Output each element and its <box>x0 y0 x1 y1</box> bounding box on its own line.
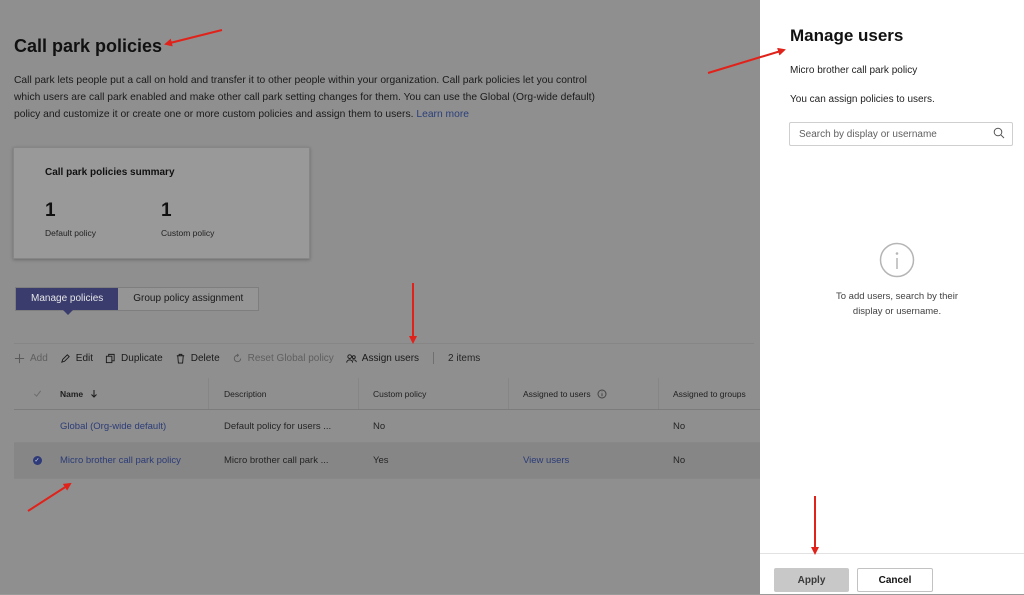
assign-users-button[interactable]: Assign users <box>346 353 419 364</box>
policy-tabs: Manage policies Group policy assignment <box>15 287 260 311</box>
info-circle-icon <box>879 242 915 278</box>
duplicate-label: Duplicate <box>121 352 163 364</box>
policies-summary-card: Call park policies summary 1 Default pol… <box>13 147 310 259</box>
column-name-label: Name <box>60 388 84 399</box>
policy-name-link[interactable]: Micro brother call park policy <box>60 455 209 466</box>
policies-table: Name Description Custom policy Assigned … <box>14 378 760 479</box>
assign-users-icon <box>346 353 357 363</box>
custom-policy-count: 1 <box>161 200 172 221</box>
policy-description: Micro brother call park ... <box>224 455 329 466</box>
policy-name-link[interactable]: Global (Org-wide default) <box>60 421 209 432</box>
checkmark-icon <box>33 390 41 397</box>
page-intro: Call park lets people put a call on hold… <box>14 72 614 123</box>
delete-label: Delete <box>190 352 220 364</box>
delete-button[interactable]: Delete <box>175 353 220 364</box>
reset-label: Reset Global policy <box>247 352 334 364</box>
manage-users-panel: Manage users Micro brother call park pol… <box>760 0 1024 594</box>
learn-more-link[interactable]: Learn more <box>416 109 469 120</box>
table-row[interactable]: Global (Org-wide default) Default policy… <box>14 410 760 443</box>
policy-assigned-groups: No <box>673 420 686 432</box>
column-assigned-users[interactable]: Assigned to users <box>509 378 659 409</box>
apply-button[interactable]: Apply <box>774 568 849 592</box>
reset-icon <box>233 353 241 362</box>
policy-assigned-groups: No <box>673 455 686 466</box>
default-policy-label: Default policy <box>45 228 97 238</box>
policy-description: Default policy for users ... <box>224 420 332 432</box>
column-custom-policy[interactable]: Custom policy <box>359 378 509 409</box>
policy-toolbar: Add Edit Duplicate Delete Reset Global p… <box>14 343 754 372</box>
tab-group-policy-assignment[interactable]: Group policy assignment <box>118 288 258 310</box>
intro-text: Call park lets people put a call on hold… <box>14 75 595 120</box>
page-title: Call park policies <box>14 36 163 56</box>
column-name[interactable]: Name <box>60 378 209 409</box>
edit-icon <box>60 353 70 363</box>
edit-button[interactable]: Edit <box>60 353 93 364</box>
column-assigned-groups[interactable]: Assigned to groups <box>659 378 759 409</box>
cancel-button[interactable]: Cancel <box>857 568 933 592</box>
main-content: Call park policies Call park lets people… <box>0 0 760 594</box>
view-users-link[interactable]: View users <box>509 455 659 466</box>
policy-custom: No <box>373 420 386 432</box>
add-icon <box>14 353 25 363</box>
edit-label: Edit <box>75 352 94 364</box>
duplicate-icon <box>105 353 115 363</box>
add-button[interactable]: Add <box>14 353 48 364</box>
sort-down-icon <box>91 389 98 398</box>
row-checkbox-selected[interactable]: ✓ <box>14 456 60 465</box>
column-description[interactable]: Description <box>209 378 359 409</box>
duplicate-button[interactable]: Duplicate <box>105 353 163 364</box>
assign-users-label: Assign users <box>361 352 420 364</box>
column-assigned-users-label: Assigned to users <box>523 388 591 399</box>
policy-custom: Yes <box>373 455 389 466</box>
custom-policy-label: Custom policy <box>161 228 215 238</box>
select-all-checkbox[interactable] <box>14 378 60 409</box>
panel-description: You can assign policies to users. <box>790 94 935 105</box>
reset-global-policy-button[interactable]: Reset Global policy <box>232 353 334 364</box>
panel-policy-name: Micro brother call park policy <box>790 65 918 76</box>
check-circle-icon: ✓ <box>32 456 42 465</box>
table-header-row: Name Description Custom policy Assigned … <box>14 378 760 410</box>
toolbar-divider <box>433 352 435 364</box>
user-search-input[interactable] <box>789 122 1013 146</box>
delete-icon <box>176 353 184 364</box>
tab-manage-policies[interactable]: Manage policies <box>16 288 119 310</box>
item-count: 2 items <box>448 352 481 364</box>
active-tab-indicator <box>62 309 74 315</box>
default-policy-count: 1 <box>45 200 56 221</box>
summary-heading: Call park policies summary <box>45 167 175 178</box>
empty-state-message: To add users, search by their display or… <box>836 291 958 317</box>
search-icon[interactable] <box>993 127 1005 139</box>
add-label: Add <box>30 352 48 364</box>
panel-title: Manage users <box>790 26 904 45</box>
info-icon <box>597 389 607 398</box>
table-row[interactable]: ✓ Micro brother call park policy Micro b… <box>14 443 760 479</box>
